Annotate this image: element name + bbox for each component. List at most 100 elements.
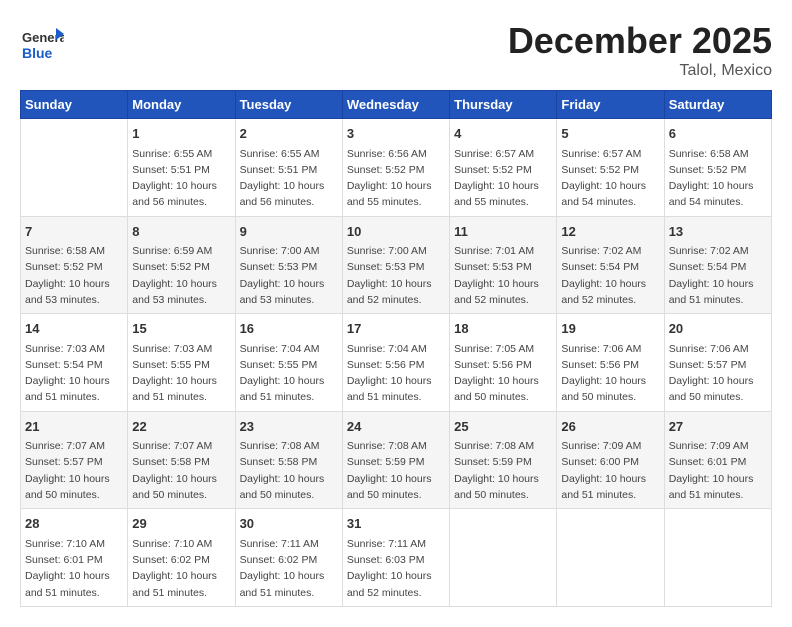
calendar-cell	[557, 509, 664, 607]
calendar-cell: 10Sunrise: 7:00 AM Sunset: 5:53 PM Dayli…	[342, 216, 449, 314]
calendar-cell: 27Sunrise: 7:09 AM Sunset: 6:01 PM Dayli…	[664, 411, 771, 509]
day-info: Sunrise: 7:10 AM Sunset: 6:02 PM Dayligh…	[132, 536, 230, 601]
day-number: 24	[347, 417, 445, 437]
day-number: 8	[132, 222, 230, 242]
calendar-cell	[450, 509, 557, 607]
day-number: 20	[669, 319, 767, 339]
day-number: 19	[561, 319, 659, 339]
week-row-3: 14Sunrise: 7:03 AM Sunset: 5:54 PM Dayli…	[21, 314, 772, 412]
week-row-1: 1Sunrise: 6:55 AM Sunset: 5:51 PM Daylig…	[21, 119, 772, 217]
day-number: 6	[669, 124, 767, 144]
calendar-cell: 5Sunrise: 6:57 AM Sunset: 5:52 PM Daylig…	[557, 119, 664, 217]
calendar-cell: 12Sunrise: 7:02 AM Sunset: 5:54 PM Dayli…	[557, 216, 664, 314]
calendar-cell	[21, 119, 128, 217]
calendar-cell: 20Sunrise: 7:06 AM Sunset: 5:57 PM Dayli…	[664, 314, 771, 412]
day-info: Sunrise: 6:56 AM Sunset: 5:52 PM Dayligh…	[347, 146, 445, 211]
day-number: 31	[347, 514, 445, 534]
day-info: Sunrise: 7:11 AM Sunset: 6:03 PM Dayligh…	[347, 536, 445, 601]
col-header-saturday: Saturday	[664, 91, 771, 119]
day-number: 11	[454, 222, 552, 242]
calendar-cell: 21Sunrise: 7:07 AM Sunset: 5:57 PM Dayli…	[21, 411, 128, 509]
day-number: 27	[669, 417, 767, 437]
calendar-cell: 30Sunrise: 7:11 AM Sunset: 6:02 PM Dayli…	[235, 509, 342, 607]
day-number: 4	[454, 124, 552, 144]
day-info: Sunrise: 7:05 AM Sunset: 5:56 PM Dayligh…	[454, 341, 552, 406]
day-number: 18	[454, 319, 552, 339]
calendar-cell: 24Sunrise: 7:08 AM Sunset: 5:59 PM Dayli…	[342, 411, 449, 509]
week-row-2: 7Sunrise: 6:58 AM Sunset: 5:52 PM Daylig…	[21, 216, 772, 314]
calendar-cell	[664, 509, 771, 607]
day-info: Sunrise: 7:06 AM Sunset: 5:57 PM Dayligh…	[669, 341, 767, 406]
calendar-cell: 31Sunrise: 7:11 AM Sunset: 6:03 PM Dayli…	[342, 509, 449, 607]
calendar-cell: 1Sunrise: 6:55 AM Sunset: 5:51 PM Daylig…	[128, 119, 235, 217]
day-info: Sunrise: 7:02 AM Sunset: 5:54 PM Dayligh…	[561, 243, 659, 308]
day-number: 3	[347, 124, 445, 144]
calendar-cell: 7Sunrise: 6:58 AM Sunset: 5:52 PM Daylig…	[21, 216, 128, 314]
day-number: 30	[240, 514, 338, 534]
col-header-sunday: Sunday	[21, 91, 128, 119]
main-title: December 2025	[508, 20, 772, 62]
calendar-cell: 25Sunrise: 7:08 AM Sunset: 5:59 PM Dayli…	[450, 411, 557, 509]
svg-text:Blue: Blue	[22, 45, 53, 61]
day-info: Sunrise: 7:08 AM Sunset: 5:59 PM Dayligh…	[454, 438, 552, 503]
calendar-cell: 22Sunrise: 7:07 AM Sunset: 5:58 PM Dayli…	[128, 411, 235, 509]
day-info: Sunrise: 7:08 AM Sunset: 5:58 PM Dayligh…	[240, 438, 338, 503]
day-info: Sunrise: 7:04 AM Sunset: 5:56 PM Dayligh…	[347, 341, 445, 406]
calendar-cell: 15Sunrise: 7:03 AM Sunset: 5:55 PM Dayli…	[128, 314, 235, 412]
day-number: 22	[132, 417, 230, 437]
day-number: 28	[25, 514, 123, 534]
day-info: Sunrise: 6:57 AM Sunset: 5:52 PM Dayligh…	[454, 146, 552, 211]
day-number: 10	[347, 222, 445, 242]
day-info: Sunrise: 7:02 AM Sunset: 5:54 PM Dayligh…	[669, 243, 767, 308]
day-number: 5	[561, 124, 659, 144]
calendar-table: SundayMondayTuesdayWednesdayThursdayFrid…	[20, 90, 772, 607]
calendar-cell: 19Sunrise: 7:06 AM Sunset: 5:56 PM Dayli…	[557, 314, 664, 412]
day-number: 21	[25, 417, 123, 437]
day-number: 23	[240, 417, 338, 437]
calendar-cell: 29Sunrise: 7:10 AM Sunset: 6:02 PM Dayli…	[128, 509, 235, 607]
day-info: Sunrise: 7:06 AM Sunset: 5:56 PM Dayligh…	[561, 341, 659, 406]
day-number: 29	[132, 514, 230, 534]
day-info: Sunrise: 6:55 AM Sunset: 5:51 PM Dayligh…	[132, 146, 230, 211]
day-info: Sunrise: 6:58 AM Sunset: 5:52 PM Dayligh…	[669, 146, 767, 211]
day-info: Sunrise: 7:03 AM Sunset: 5:55 PM Dayligh…	[132, 341, 230, 406]
calendar-cell: 18Sunrise: 7:05 AM Sunset: 5:56 PM Dayli…	[450, 314, 557, 412]
calendar-body: 1Sunrise: 6:55 AM Sunset: 5:51 PM Daylig…	[21, 119, 772, 607]
day-info: Sunrise: 7:08 AM Sunset: 5:59 PM Dayligh…	[347, 438, 445, 503]
calendar-cell: 17Sunrise: 7:04 AM Sunset: 5:56 PM Dayli…	[342, 314, 449, 412]
day-info: Sunrise: 7:01 AM Sunset: 5:53 PM Dayligh…	[454, 243, 552, 308]
day-number: 25	[454, 417, 552, 437]
calendar-cell: 2Sunrise: 6:55 AM Sunset: 5:51 PM Daylig…	[235, 119, 342, 217]
day-number: 17	[347, 319, 445, 339]
day-info: Sunrise: 6:58 AM Sunset: 5:52 PM Dayligh…	[25, 243, 123, 308]
day-number: 7	[25, 222, 123, 242]
logo-icon: General Blue	[20, 20, 64, 64]
calendar-cell: 13Sunrise: 7:02 AM Sunset: 5:54 PM Dayli…	[664, 216, 771, 314]
day-info: Sunrise: 6:57 AM Sunset: 5:52 PM Dayligh…	[561, 146, 659, 211]
day-number: 2	[240, 124, 338, 144]
col-header-thursday: Thursday	[450, 91, 557, 119]
calendar-cell: 28Sunrise: 7:10 AM Sunset: 6:01 PM Dayli…	[21, 509, 128, 607]
calendar-cell: 23Sunrise: 7:08 AM Sunset: 5:58 PM Dayli…	[235, 411, 342, 509]
day-info: Sunrise: 7:04 AM Sunset: 5:55 PM Dayligh…	[240, 341, 338, 406]
day-info: Sunrise: 6:55 AM Sunset: 5:51 PM Dayligh…	[240, 146, 338, 211]
day-info: Sunrise: 7:09 AM Sunset: 6:01 PM Dayligh…	[669, 438, 767, 503]
day-number: 15	[132, 319, 230, 339]
col-header-friday: Friday	[557, 91, 664, 119]
col-header-tuesday: Tuesday	[235, 91, 342, 119]
calendar-cell: 4Sunrise: 6:57 AM Sunset: 5:52 PM Daylig…	[450, 119, 557, 217]
day-info: Sunrise: 7:09 AM Sunset: 6:00 PM Dayligh…	[561, 438, 659, 503]
calendar-cell: 26Sunrise: 7:09 AM Sunset: 6:00 PM Dayli…	[557, 411, 664, 509]
col-header-wednesday: Wednesday	[342, 91, 449, 119]
col-header-monday: Monday	[128, 91, 235, 119]
day-info: Sunrise: 7:07 AM Sunset: 5:58 PM Dayligh…	[132, 438, 230, 503]
day-number: 16	[240, 319, 338, 339]
title-block: December 2025 Talol, Mexico	[508, 20, 772, 80]
day-info: Sunrise: 7:03 AM Sunset: 5:54 PM Dayligh…	[25, 341, 123, 406]
day-number: 9	[240, 222, 338, 242]
calendar-cell: 8Sunrise: 6:59 AM Sunset: 5:52 PM Daylig…	[128, 216, 235, 314]
calendar-cell: 6Sunrise: 6:58 AM Sunset: 5:52 PM Daylig…	[664, 119, 771, 217]
day-info: Sunrise: 7:10 AM Sunset: 6:01 PM Dayligh…	[25, 536, 123, 601]
day-info: Sunrise: 7:07 AM Sunset: 5:57 PM Dayligh…	[25, 438, 123, 503]
day-number: 1	[132, 124, 230, 144]
